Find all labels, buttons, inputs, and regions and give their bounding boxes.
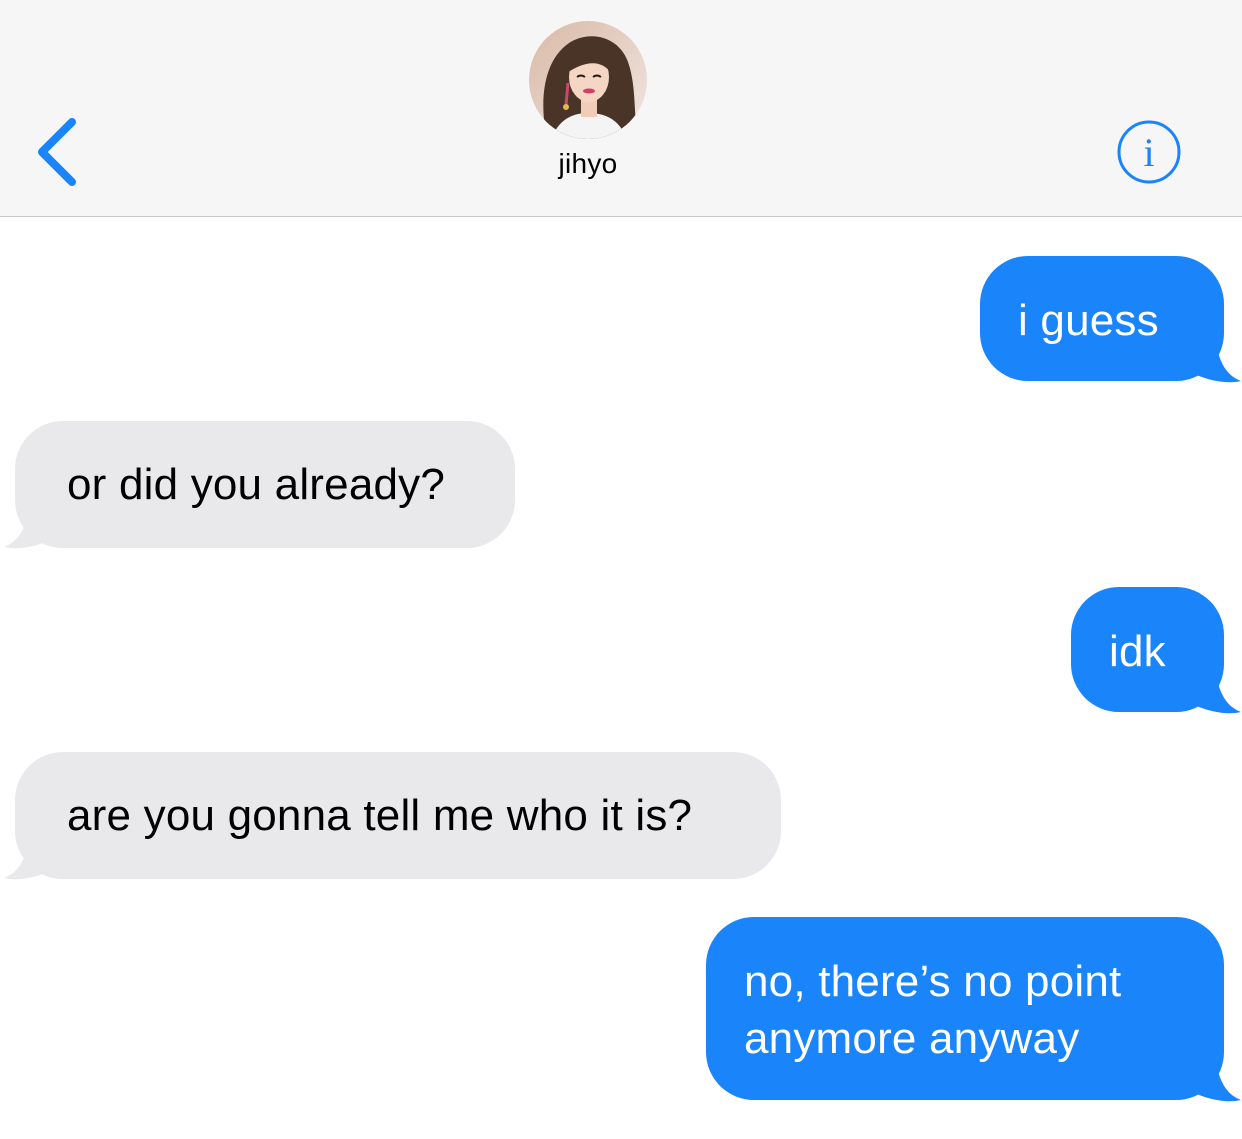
message-text: or did you already?	[67, 460, 446, 509]
bubble-tail-sent	[1185, 333, 1241, 383]
contact-avatar[interactable]	[529, 21, 647, 139]
info-button[interactable]: i	[1116, 119, 1182, 185]
message-text: idk	[1109, 627, 1166, 676]
message-bubble-received[interactable]: are you gonna tell me who it is?	[15, 752, 781, 879]
message-list[interactable]: i guess or did you already? idk are you …	[0, 217, 1242, 1139]
message-text-line: no, there’s no point	[744, 957, 1122, 1006]
bubble-tail-received	[4, 830, 60, 880]
avatar-photo	[529, 21, 647, 139]
bubble-tail-received	[4, 499, 60, 549]
message-bubble-sent[interactable]: no, there’s no point anymore anyway	[706, 917, 1224, 1100]
message-text: i guess	[1018, 296, 1159, 345]
bubble-tail-sent	[1185, 1052, 1241, 1102]
message-text: are you gonna tell me who it is?	[67, 791, 693, 840]
bubble-tail-sent	[1185, 664, 1241, 714]
svg-text:i: i	[1143, 130, 1154, 175]
message-bubble-received[interactable]: or did you already?	[15, 421, 515, 548]
conversation-header: jihyo i	[0, 0, 1242, 217]
info-icon: i	[1117, 120, 1181, 184]
back-button[interactable]	[22, 108, 92, 198]
message-text-line: anymore anyway	[744, 1014, 1080, 1063]
chevron-left-icon	[38, 118, 76, 186]
contact-name[interactable]: jihyo	[521, 148, 655, 180]
